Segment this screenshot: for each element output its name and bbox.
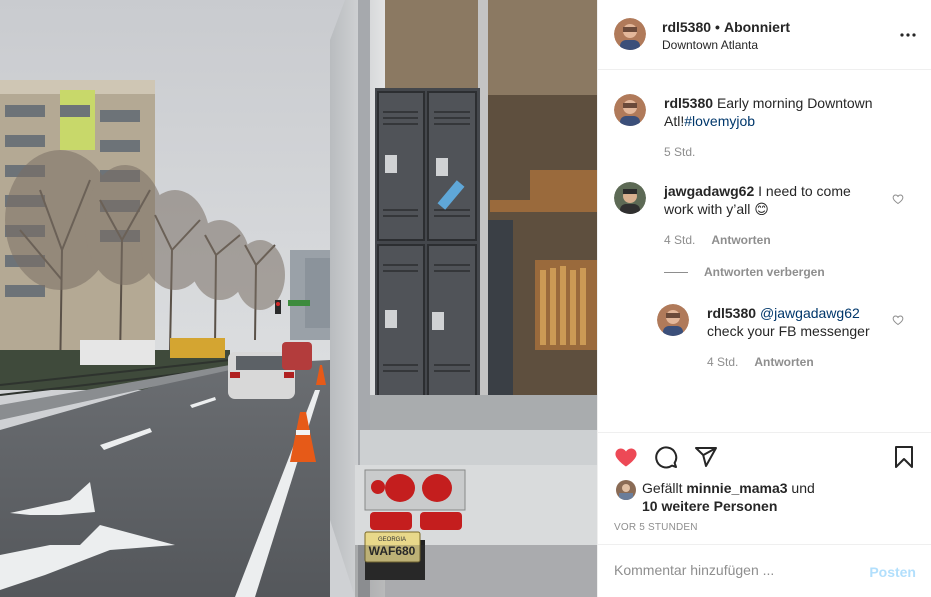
likes-prefix: Gefällt [642,480,683,496]
comment-form: Posten [598,544,931,597]
post-timestamp[interactable]: VOR 5 STUNDEN [614,522,698,533]
hide-replies-button[interactable]: Antworten verbergen [664,265,825,279]
comment-icon[interactable] [654,445,678,469]
post-header: rdl5380 • Abonniert Downtown Atlanta [598,0,931,70]
post-photo[interactable]: GEORGIA WAF680 [0,0,597,597]
liker-username[interactable]: minnie_mama3 [686,480,787,496]
comment-input[interactable] [614,562,864,578]
likes-others-button[interactable]: 10 weitere Personen [642,498,777,514]
reply-avatar[interactable] [657,304,689,336]
likes-summary: Gefällt minnie_mama3 und 10 weitere Pers… [642,479,815,515]
likes-conjunction: und [791,480,815,496]
comment-avatar[interactable] [614,182,646,214]
comment-meta: 4 Std. Antworten [664,233,771,247]
reply-text-block: rdl5380 @jawgadawg62 check your FB messe… [707,304,887,340]
caption-meta: 5 Std. [664,145,695,159]
reply-meta: 4 Std. Antworten [707,355,814,369]
heart-outline-icon[interactable] [892,313,904,326]
caption-text-block: rdl5380 Early morning Downtown Atl!#love… [664,94,889,130]
reply-mention[interactable]: @jawgadawg62 [760,305,860,321]
heart-outline-icon[interactable] [892,192,904,205]
more-icon[interactable] [900,27,916,43]
caption-avatar[interactable] [614,94,646,126]
post-comment-button[interactable]: Posten [869,564,916,580]
author-avatar[interactable] [614,18,646,50]
separator-dot: • [715,19,720,35]
comments-section: rdl5380 Early morning Downtown Atl!#love… [598,71,931,433]
smile-emoji-icon: 😊 [754,201,769,217]
caption-username[interactable]: rdl5380 [664,95,713,111]
liker-avatar[interactable] [616,480,636,500]
caption-hashtag[interactable]: #lovemyjob [684,113,755,129]
divider-line [664,272,688,274]
post-location[interactable]: Downtown Atlanta [662,38,758,52]
post-panel: rdl5380 • Abonniert Downtown Atlanta rdl53… [597,0,931,597]
street-truck-image: GEORGIA WAF680 [0,0,597,597]
bookmark-icon[interactable] [892,445,916,469]
follow-status-button[interactable]: Abonniert [724,19,790,35]
hide-replies-label: Antworten verbergen [704,265,825,279]
comment-text-block: jawgadawg62 I need to come work with y’a… [664,182,884,218]
reply-button[interactable]: Antworten [711,233,770,247]
author-username[interactable]: rdl5380 [662,19,711,35]
heart-icon[interactable] [614,445,638,469]
header-user-row: rdl5380 • Abonniert [662,19,790,35]
plate-state: GEORGIA [378,537,406,543]
comment-time[interactable]: 4 Std. [664,233,695,247]
actions-section: Gefällt minnie_mama3 und 10 weitere Pers… [598,432,931,544]
reply-text: check your FB messenger [707,323,870,339]
reply-button[interactable]: Antworten [754,355,813,369]
share-icon[interactable] [694,445,718,469]
caption-time[interactable]: 5 Std. [664,145,695,159]
reply-time[interactable]: 4 Std. [707,355,738,369]
reply-username[interactable]: rdl5380 [707,305,756,321]
comment-username[interactable]: jawgadawg62 [664,183,754,199]
